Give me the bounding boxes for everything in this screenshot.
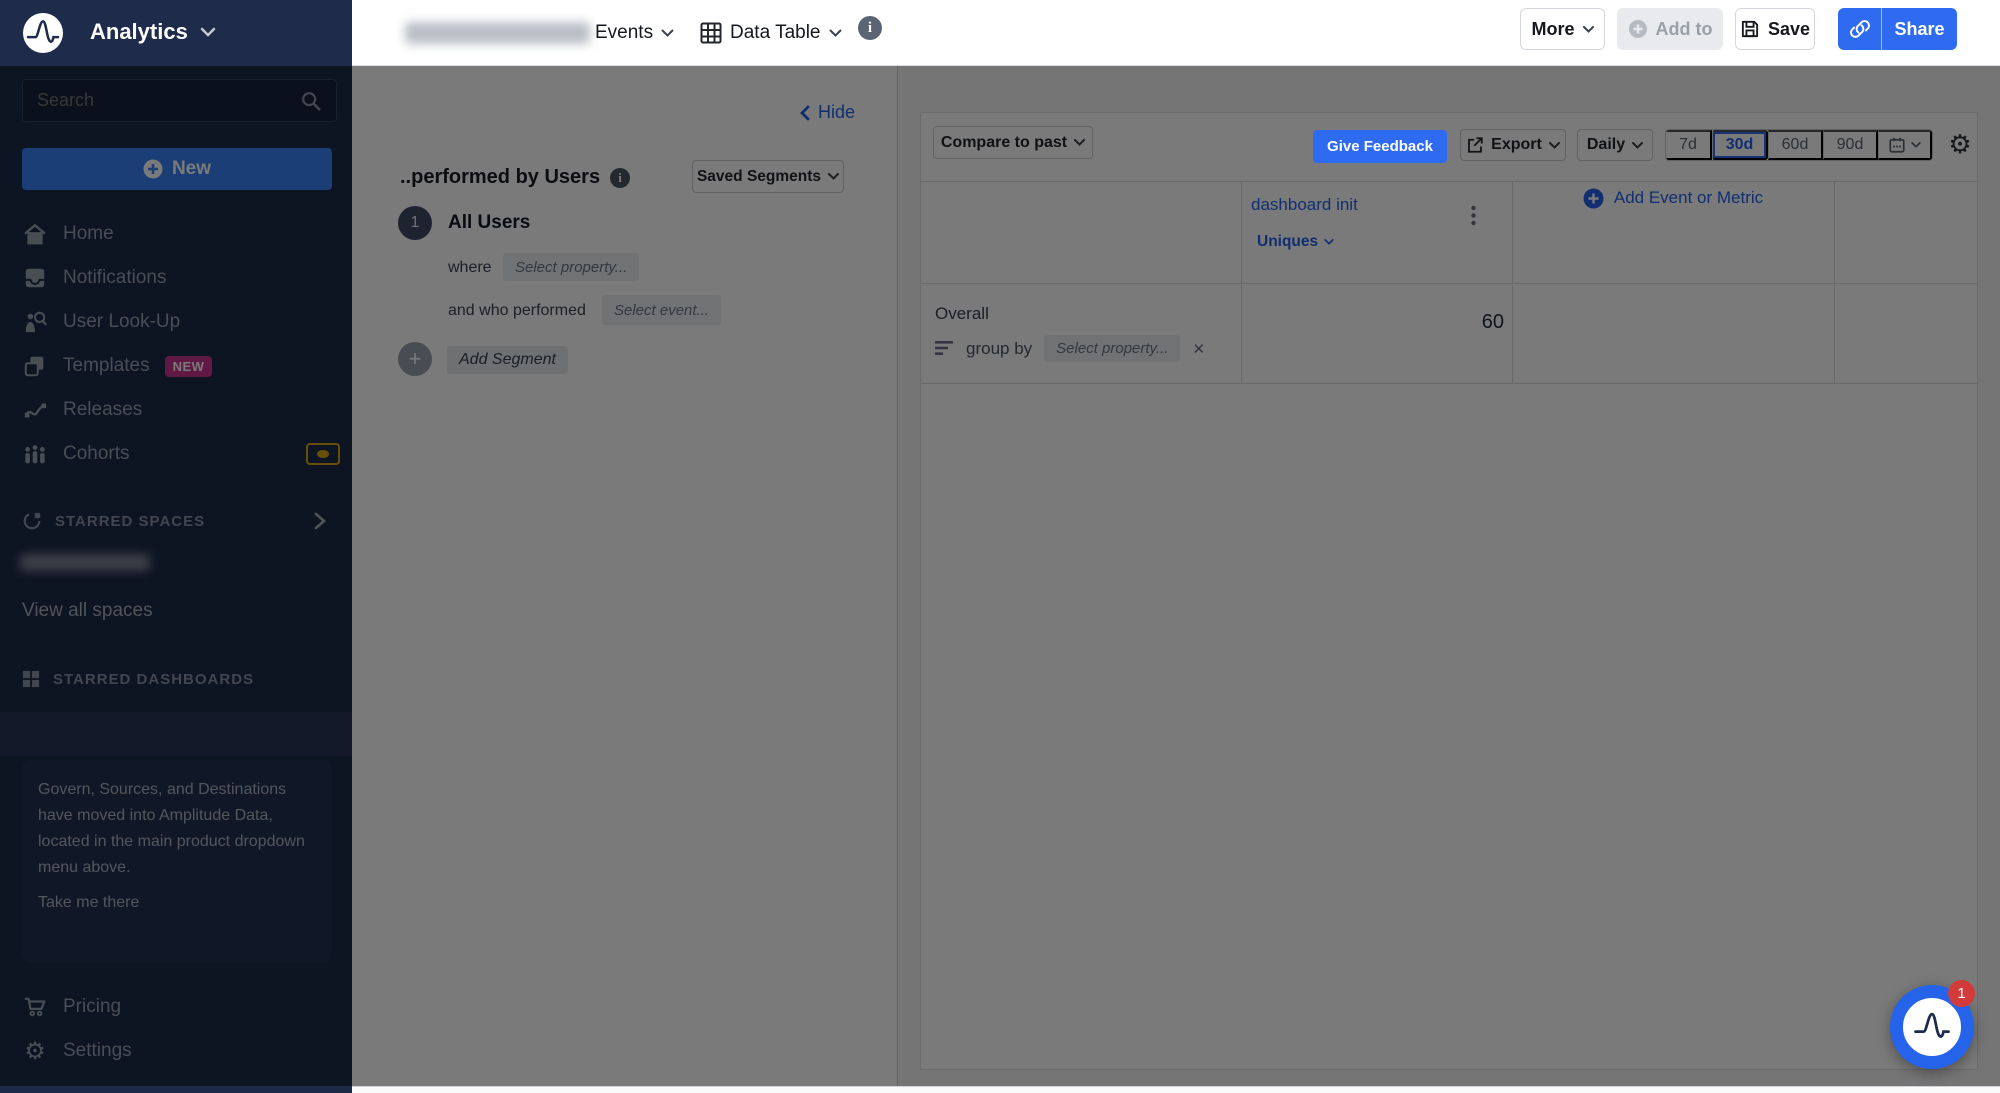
product-switcher[interactable]: Analytics [90,19,188,45]
save-button[interactable]: Save [1735,8,1815,50]
share-button[interactable]: Share [1882,19,1957,40]
give-feedback-button[interactable]: Give Feedback [1313,130,1447,163]
plus-circle-icon [1628,19,1648,39]
save-floppy-icon [1740,19,1760,39]
save-label: Save [1768,19,1810,40]
dim-overlay [0,66,2000,1086]
info-icon[interactable]: i [858,16,882,40]
chevron-down-icon [661,29,674,37]
more-label: More [1531,19,1574,40]
app-screen: Analytics Events Data Table i More Add t… [0,0,2000,1093]
notification-count-badge: 1 [1948,980,1975,1007]
share-button-group: Share [1838,8,1957,50]
more-button[interactable]: More [1520,8,1605,50]
amplitude-logo-icon [23,13,63,53]
top-bar: Events Data Table i More Add to Save Sha… [352,0,2000,66]
chart-type-dropdown[interactable]: Events [595,0,674,66]
chevron-down-icon [1583,26,1594,33]
view-type-dropdown[interactable]: Data Table [700,0,842,66]
chevron-down-icon [200,27,216,37]
table-grid-icon [700,22,722,44]
add-to-button[interactable]: Add to [1617,8,1723,50]
copy-link-button[interactable] [1838,8,1882,50]
horizontal-scrollbar[interactable] [352,1086,2000,1093]
link-icon [1849,18,1871,40]
blurred-dashboard-title [405,22,590,44]
amplitude-logo-icon [1910,1005,1954,1049]
events-label: Events [595,22,653,44]
chevron-down-icon [829,29,842,37]
product-bar: Analytics [0,0,352,66]
add-to-label: Add to [1656,19,1713,40]
data-table-label: Data Table [730,22,821,44]
